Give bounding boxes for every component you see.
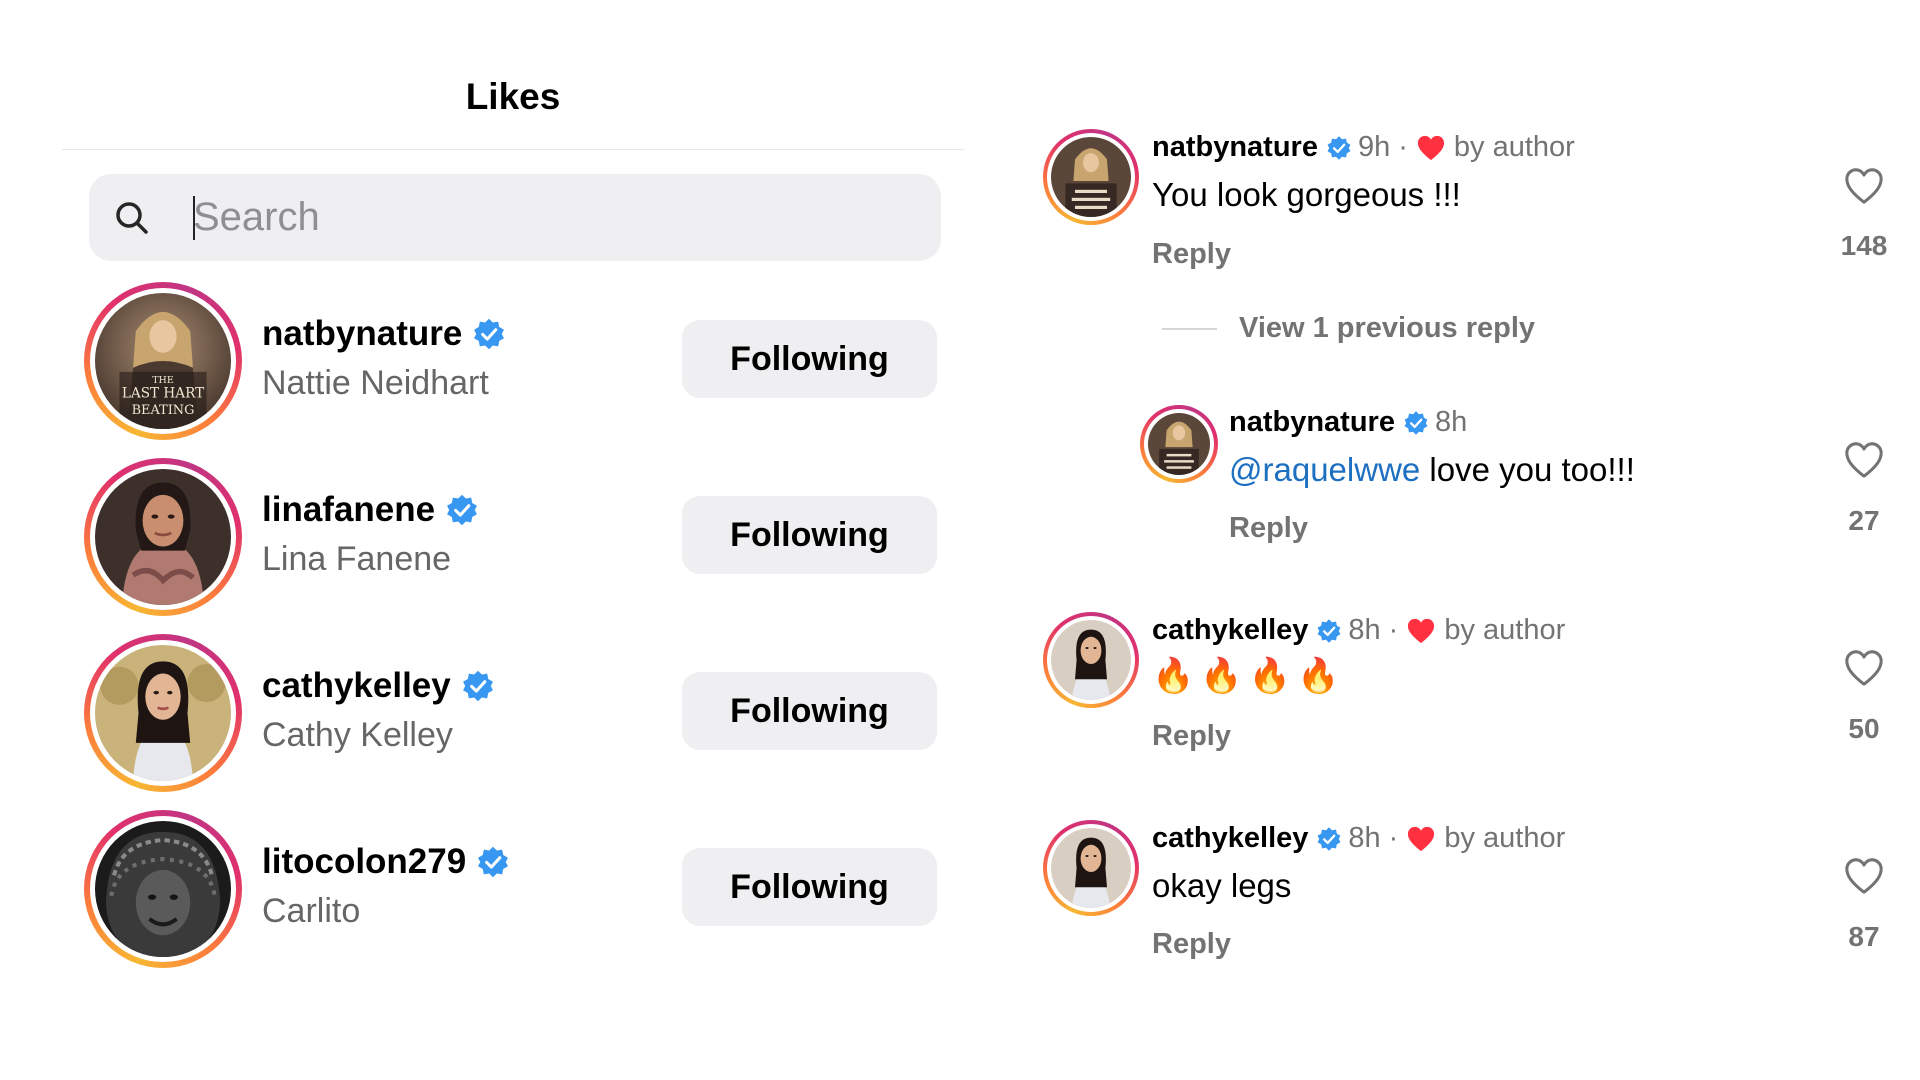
story-ring[interactable] [84,810,242,968]
username-text[interactable]: litocolon279 [262,842,466,882]
thread-line [1162,327,1217,330]
like-count: 50 [1848,713,1880,744]
comment-time: 8h [1434,406,1468,438]
comment-header: natbynature 9h · by author [1152,131,1575,164]
reply-button[interactable]: Reply [1152,720,1231,753]
story-ring[interactable] [1043,820,1139,916]
username-text[interactable]: natbynature [262,314,462,354]
comment-time: 8h [1348,614,1381,646]
comment-text: 🔥🔥🔥🔥 [1152,657,1346,695]
comment-username[interactable]: cathykelley [1152,614,1308,647]
like-count: 148 [1840,230,1888,261]
avatar [1051,137,1131,217]
comment-time: 8h [1348,822,1381,854]
story-ring[interactable] [1043,129,1139,225]
story-ring[interactable] [1140,405,1218,483]
like-heart-icon[interactable] [1843,166,1885,206]
like-row[interactable]: litocolon279 Carlito Following [62,810,964,970]
comment-username[interactable]: natbynature [1152,131,1318,164]
avatar [95,469,231,605]
story-ring[interactable] [84,458,242,616]
verified-badge-icon [1327,135,1351,160]
story-ring[interactable] [84,634,242,792]
username-text[interactable]: linafanene [262,490,435,530]
separator-dot: · [1398,131,1408,163]
full-name: Cathy Kelley [262,716,453,754]
avatar [1051,828,1131,908]
likes-title: Likes [465,76,561,117]
comment-header: cathykelley 8h · by author [1152,822,1565,855]
avatar-caption-line3: BEATING [132,403,195,418]
like-heart-icon[interactable] [1843,856,1885,896]
comment-text-body: love you too!!! [1420,451,1635,488]
comment-username[interactable]: cathykelley [1152,822,1308,855]
full-name: Nattie Neidhart [262,364,489,402]
comment-username[interactable]: natbynature [1229,406,1395,439]
avatar [1148,413,1210,475]
comment-text: @raquelwwe love you too!!! [1229,451,1635,489]
avatar [1051,620,1131,700]
view-replies-label[interactable]: View 1 previous reply [1239,312,1535,345]
username[interactable]: natbynature [262,314,506,354]
following-button[interactable]: Following [682,672,937,750]
verified-badge-icon [1317,826,1341,851]
username[interactable]: linafanene [262,490,479,530]
verified-badge-icon [1317,618,1341,643]
reply-button[interactable]: Reply [1229,512,1308,545]
story-ring[interactable] [1043,612,1139,708]
avatar-caption-line2: LAST HART [122,386,204,402]
text-cursor [193,196,195,240]
like-count: 27 [1848,505,1880,536]
full-name: Carlito [262,892,361,930]
reply-button[interactable]: Reply [1152,238,1231,271]
comment-text: okay legs [1152,867,1292,904]
mention-link[interactable]: @raquelwwe [1229,451,1420,488]
search-bar[interactable] [89,174,941,261]
username[interactable]: litocolon279 [262,842,510,882]
like-heart-icon[interactable] [1843,648,1885,688]
like-row[interactable]: cathykelley Cathy Kelley Following [62,634,964,794]
verified-badge-icon [1404,410,1428,435]
separator-dot: · [1388,614,1399,646]
comment-header: cathykelley 8h · by author [1152,614,1565,647]
full-name: Lina Fanene [262,540,452,578]
comment-text: You look gorgeous !!! [1152,176,1461,213]
avatar [95,645,231,781]
username-text[interactable]: cathykelley [262,666,451,706]
header-divider [62,149,964,150]
following-button[interactable]: Following [682,320,937,398]
view-previous-replies[interactable]: View 1 previous reply [1162,312,1535,345]
verified-badge-icon [474,318,505,350]
avatar [95,821,231,957]
search-icon [116,202,148,234]
author-heart-icon [1408,618,1435,643]
search-input[interactable] [193,174,913,261]
separator-dot: · [1388,822,1399,854]
like-heart-icon[interactable] [1843,440,1885,480]
following-button[interactable]: Following [682,848,937,926]
author-heart-icon [1417,135,1444,160]
avatar-caption-line1: THE [152,375,174,386]
comment-time: 9h [1357,131,1391,163]
liked-by-author-label: by author [1444,822,1566,854]
likes-panel: Likes Search THE LAST HART BEATING natby… [62,0,964,1000]
verified-badge-icon [447,494,478,526]
avatar: THE LAST HART BEATING [95,293,231,429]
like-count: 87 [1848,921,1880,952]
liked-by-author-label: by author [1453,131,1575,163]
username[interactable]: cathykelley [262,666,495,706]
comment-header: natbynature 8h [1229,406,1467,439]
liked-by-author-label: by author [1444,614,1566,646]
like-row[interactable]: linafanene Lina Fanene Following [62,458,964,618]
like-row[interactable]: THE LAST HART BEATING natbynature Nattie… [62,282,964,442]
verified-badge-icon [478,846,509,878]
following-button[interactable]: Following [682,496,937,574]
story-ring[interactable]: THE LAST HART BEATING [84,282,242,440]
verified-badge-icon [462,670,493,702]
author-heart-icon [1408,826,1435,851]
reply-button[interactable]: Reply [1152,928,1231,961]
screen: Likes Search THE LAST HART BEATING natby… [0,0,1920,1080]
